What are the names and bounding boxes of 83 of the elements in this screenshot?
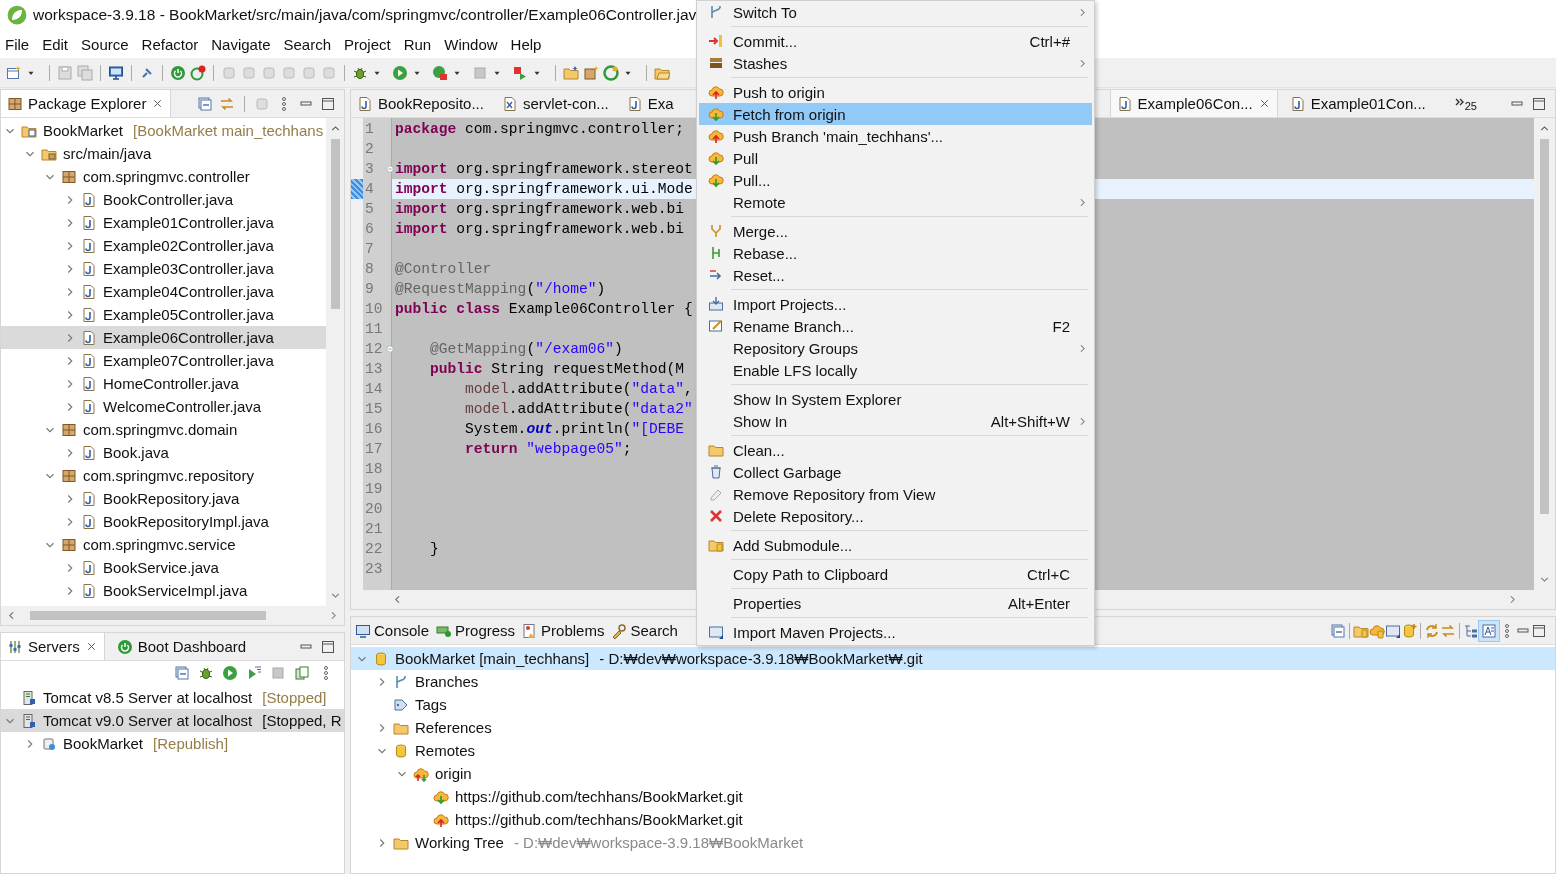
tree-label: Example07Controller.java (103, 352, 274, 369)
window-title: workspace-3.9.18 - BookMarket/src/main/java/com/springmvc/controller/Example06Controller.jav (33, 6, 697, 24)
tree-label: src/main/java (63, 145, 152, 162)
tree-label: Example05Controller.java (103, 306, 274, 323)
tree-label: HomeController.java (103, 375, 239, 392)
shortcut-text: F2 (1052, 317, 1070, 335)
line-number: 7 (365, 241, 374, 257)
tree-label: origin (435, 765, 472, 782)
code-line: import org.springframework.ui.Mode (395, 181, 693, 197)
line-number: 18 (365, 461, 383, 477)
tree-decoration: [Stopped, R (262, 712, 342, 729)
code-line: import org.springframework.web.bi (395, 221, 684, 237)
tree-decoration: [BookMarket main_techhans (133, 122, 324, 139)
tree-label: https://github.com/techhans/BookMarket.git (455, 811, 743, 828)
tree-label: Example03Controller.java (103, 260, 274, 277)
tree-label: BookService.java (103, 559, 219, 576)
shortcut-text: Ctrl+# (1029, 32, 1070, 50)
tree-label: Example04Controller.java (103, 283, 274, 300)
tree-label: BookServiceImpl.java (103, 582, 248, 599)
tree-label: com.springmvc.domain (83, 421, 238, 438)
line-number: 20 (365, 501, 383, 517)
line-number: 19 (365, 481, 383, 497)
code-line: model.addAttribute("data2" (464, 401, 693, 417)
code-line: } (429, 541, 439, 557)
code-line: @RequestMapping("/home") (395, 281, 606, 297)
tree-label: https://github.com/techhans/BookMarket.git (455, 788, 743, 805)
tree-label: Example02Controller.java (103, 237, 274, 254)
tree-decoration: - D:₩dev₩workspace-3.9.18₩BookMarket (513, 834, 804, 851)
shortcut-text: Ctrl+C (1027, 565, 1070, 583)
code-line: System.out.println("[DEBE (464, 421, 685, 437)
line-number: 5 (365, 201, 374, 217)
tree-label: Working Tree (415, 834, 504, 851)
line-number: 14 (365, 381, 383, 397)
tree-label: WelcomeController.java (103, 398, 262, 415)
line-number: 9 (365, 281, 374, 297)
tree-decoration: - D:₩dev₩workspace-3.9.18₩BookMarket₩.git (599, 650, 923, 667)
tree-label: Tomcat v8.5 Server at localhost (43, 689, 253, 706)
code-line: public String requestMethod(M (429, 361, 684, 377)
shortcut-text: Alt+Enter (1007, 594, 1070, 612)
tree-label: BookMarket (63, 735, 144, 752)
tree-label: BookController.java (103, 191, 234, 208)
tree-label: References (415, 719, 492, 736)
line-number: 21 (365, 521, 383, 537)
tree-label: Branches (415, 673, 479, 690)
code-line: package com.springmvc.controller; (395, 121, 684, 137)
line-number: 10 (365, 301, 383, 317)
line-number: 4 (365, 181, 374, 197)
line-number: 13 (365, 361, 383, 377)
line-number: 3 (365, 161, 374, 177)
line-number: 2 (365, 141, 374, 157)
code-line: public class Example06Controller { (395, 301, 693, 317)
line-number: 23 (365, 561, 383, 577)
tree-label: com.springmvc.service (83, 536, 236, 553)
line-number: 6 (365, 221, 374, 237)
tree-label: Tags (415, 696, 447, 713)
tree-label: com.springmvc.repository (83, 467, 254, 484)
code-line: return "webpage05"; (464, 441, 632, 457)
tree-label: BookMarket [main_techhans] (395, 650, 590, 667)
line-number: 15 (365, 401, 383, 417)
code-line: @Controller (395, 261, 492, 277)
tree-label: Remotes (415, 742, 476, 759)
code-line: import org.springframework.web.bi (395, 201, 684, 217)
tree-decoration: [Republish] (153, 735, 229, 752)
shortcut-text: Alt+Shift+W (990, 412, 1070, 430)
line-number: 12 (365, 341, 383, 357)
line-number: 1 (365, 121, 374, 137)
line-number: 17 (365, 441, 383, 457)
tree-label: BookRepository.java (103, 490, 240, 507)
tree-label: Example01Controller.java (103, 214, 274, 231)
tree-label: Tomcat v9.0 Server at localhost (43, 712, 253, 729)
code-line: @GetMapping("/exam06") (429, 341, 623, 357)
line-number: 16 (365, 421, 383, 437)
code-line: import org.springframework.stereot (395, 161, 693, 177)
tree-decoration: [Stopped] (262, 689, 327, 706)
tree-label: Book.java (103, 444, 169, 461)
line-number: 22 (365, 541, 383, 557)
tree-label: BookRepositoryImpl.java (103, 513, 269, 530)
line-number: 8 (365, 261, 374, 277)
tree-label: com.springmvc.controller (83, 168, 250, 185)
tree-label: BookMarket (43, 122, 124, 139)
line-number: 11 (365, 321, 383, 337)
tree-label: Example06Controller.java (103, 329, 274, 346)
code-line: model.addAttribute("data", (464, 381, 693, 397)
